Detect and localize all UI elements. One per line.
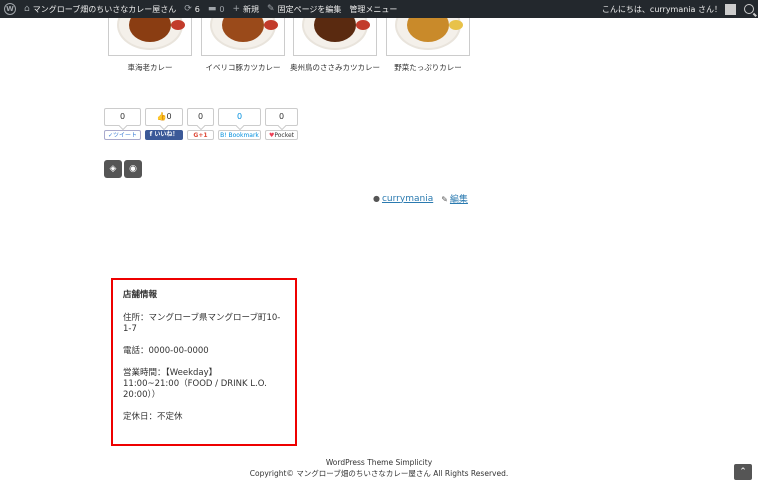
new-label: 新規 bbox=[243, 4, 260, 14]
back-to-top-button[interactable]: ⌃ bbox=[734, 464, 752, 480]
pencil-icon: ✎ bbox=[267, 3, 275, 14]
related-post-title[interactable]: イベリコ豚カツカレー bbox=[191, 62, 295, 73]
theme-credit: WordPress Theme Simplicity bbox=[325, 458, 433, 467]
rss-button[interactable]: ◉ bbox=[124, 160, 142, 178]
hatena-icon: B! bbox=[220, 132, 229, 139]
follow-buttons: ◈ ◉ bbox=[104, 160, 142, 178]
related-post-thumbnail[interactable] bbox=[201, 18, 285, 56]
facebook-count-box: 👍0 bbox=[145, 108, 183, 126]
edit-page-link[interactable]: ✎ 固定ページを編集 bbox=[263, 0, 345, 18]
home-icon: ⌂ bbox=[24, 3, 30, 14]
related-post-thumbnail[interactable] bbox=[293, 18, 377, 56]
site-name-link[interactable]: ⌂ マングローブ畑のちいさなカレー屋さん bbox=[20, 0, 180, 18]
related-post-title[interactable]: 野菜たっぷりカレー bbox=[376, 62, 480, 73]
admin-bar: W ⌂ マングローブ畑のちいさなカレー屋さん ⟳ 6 ▬ 0 + 新規 ✎ 固定ページを編… bbox=[0, 0, 758, 18]
store-info-title: 店舗情報 bbox=[123, 290, 158, 300]
admin-menu-label: 管理メニュー bbox=[349, 4, 398, 14]
store-holiday: 定休日：不定休 bbox=[123, 412, 183, 422]
store-hours: 営業時間：【Weekday】 11:00~21:00（FOOD / DRINK … bbox=[123, 368, 267, 400]
related-post-item[interactable]: 野菜たっぷりカレー bbox=[386, 18, 470, 74]
googleplus-count: 0 bbox=[187, 108, 214, 126]
pocket-label: Pocket bbox=[274, 132, 295, 139]
wp-logo-menu[interactable]: W bbox=[0, 0, 20, 18]
greeting-text: こんにちは、currymania さん！ bbox=[601, 4, 722, 14]
store-address: 住所：マングローブ県マングローブ町10-1-7 bbox=[123, 313, 281, 334]
search-icon bbox=[744, 4, 754, 14]
related-post-thumbnail[interactable] bbox=[108, 18, 192, 56]
comments-link[interactable]: ▬ 0 bbox=[204, 0, 229, 18]
updates-count: 6 bbox=[194, 4, 200, 14]
hatena-count: 0 bbox=[218, 108, 261, 126]
hatena-share[interactable]: 0 B! Bookmark bbox=[218, 108, 261, 140]
like-label: いいね！ bbox=[154, 131, 179, 138]
related-post-item[interactable]: 奥州鳥のささみカツカレー bbox=[290, 18, 380, 74]
site-footer: WordPress Theme Simplicity Copyright© マン… bbox=[0, 458, 758, 479]
twitter-share[interactable]: 0 ✓ツイート bbox=[104, 108, 141, 140]
pocket-button[interactable]: ♥Pocket bbox=[265, 130, 298, 140]
hatena-label: Bookmark bbox=[228, 132, 259, 139]
tweet-label: ツイート bbox=[113, 132, 138, 139]
facebook-count: 0 bbox=[166, 112, 172, 121]
related-post-item[interactable]: イベリコ豚カツカレー bbox=[201, 18, 285, 74]
edit-icon: ✎ bbox=[441, 195, 448, 204]
feedly-button[interactable]: ◈ bbox=[104, 160, 122, 178]
user-icon: ● bbox=[373, 193, 380, 203]
search-button[interactable] bbox=[740, 0, 758, 18]
googleplus-button[interactable]: G+1 bbox=[187, 130, 214, 140]
edit-link[interactable]: 編集 bbox=[450, 195, 468, 205]
updates-link[interactable]: ⟳ 6 bbox=[180, 0, 204, 18]
hatena-bookmark-button[interactable]: B! Bookmark bbox=[218, 130, 261, 140]
updates-icon: ⟳ bbox=[184, 3, 192, 14]
feedly-icon: ◈ bbox=[109, 164, 117, 174]
edit-meta: ✎ 編集 bbox=[441, 192, 468, 205]
related-post-item[interactable]: 車海老カレー bbox=[108, 18, 192, 74]
my-account-menu[interactable]: こんにちは、currymania さん！ bbox=[598, 0, 740, 18]
wordpress-icon: W bbox=[4, 3, 16, 15]
related-posts: 車海老カレー イベリコ豚カツカレー 奥州鳥のささみカツカレー 野菜たっぷりカレー bbox=[104, 18, 484, 78]
edit-page-label: 固定ページを編集 bbox=[277, 4, 342, 14]
googleplus-share[interactable]: 0 G+1 bbox=[187, 108, 214, 140]
avatar bbox=[725, 3, 736, 15]
author-meta: ● currymania bbox=[373, 194, 433, 204]
author-link[interactable]: currymania bbox=[382, 194, 433, 204]
store-phone: 電話：0000-00-0000 bbox=[123, 346, 209, 356]
related-post-title[interactable]: 車海老カレー bbox=[98, 62, 202, 73]
twitter-count: 0 bbox=[104, 108, 141, 126]
comments-count: 0 bbox=[219, 4, 225, 14]
rss-icon: ◉ bbox=[129, 164, 137, 174]
like-button[interactable]: f いいね！ bbox=[145, 130, 183, 140]
chevron-up-icon: ⌃ bbox=[739, 467, 747, 477]
admin-menu-link[interactable]: 管理メニュー bbox=[345, 0, 401, 18]
post-meta: ● currymania ✎ 編集 bbox=[373, 192, 468, 206]
related-post-title[interactable]: 奥州鳥のささみカツカレー bbox=[283, 62, 387, 73]
comment-icon: ▬ bbox=[207, 3, 217, 14]
store-info-widget: 店舗情報 住所：マングローブ県マングローブ町10-1-7 電話：0000-00-… bbox=[111, 278, 297, 446]
facebook-share[interactable]: 👍0 f いいね！ bbox=[145, 108, 183, 140]
related-post-thumbnail[interactable] bbox=[386, 18, 470, 56]
thumbs-up-icon: 👍 bbox=[156, 112, 167, 121]
site-name: マングローブ畑のちいさなカレー屋さん bbox=[32, 4, 177, 14]
pocket-count: 0 bbox=[265, 108, 298, 126]
tweet-button[interactable]: ✓ツイート bbox=[104, 130, 141, 140]
copyright: Copyright© マングローブ畑のちいさなカレー屋さん All Rights… bbox=[249, 469, 509, 478]
plus-icon: + bbox=[232, 3, 241, 14]
new-content-menu[interactable]: + 新規 bbox=[229, 0, 264, 18]
pocket-share[interactable]: 0 ♥Pocket bbox=[265, 108, 298, 140]
